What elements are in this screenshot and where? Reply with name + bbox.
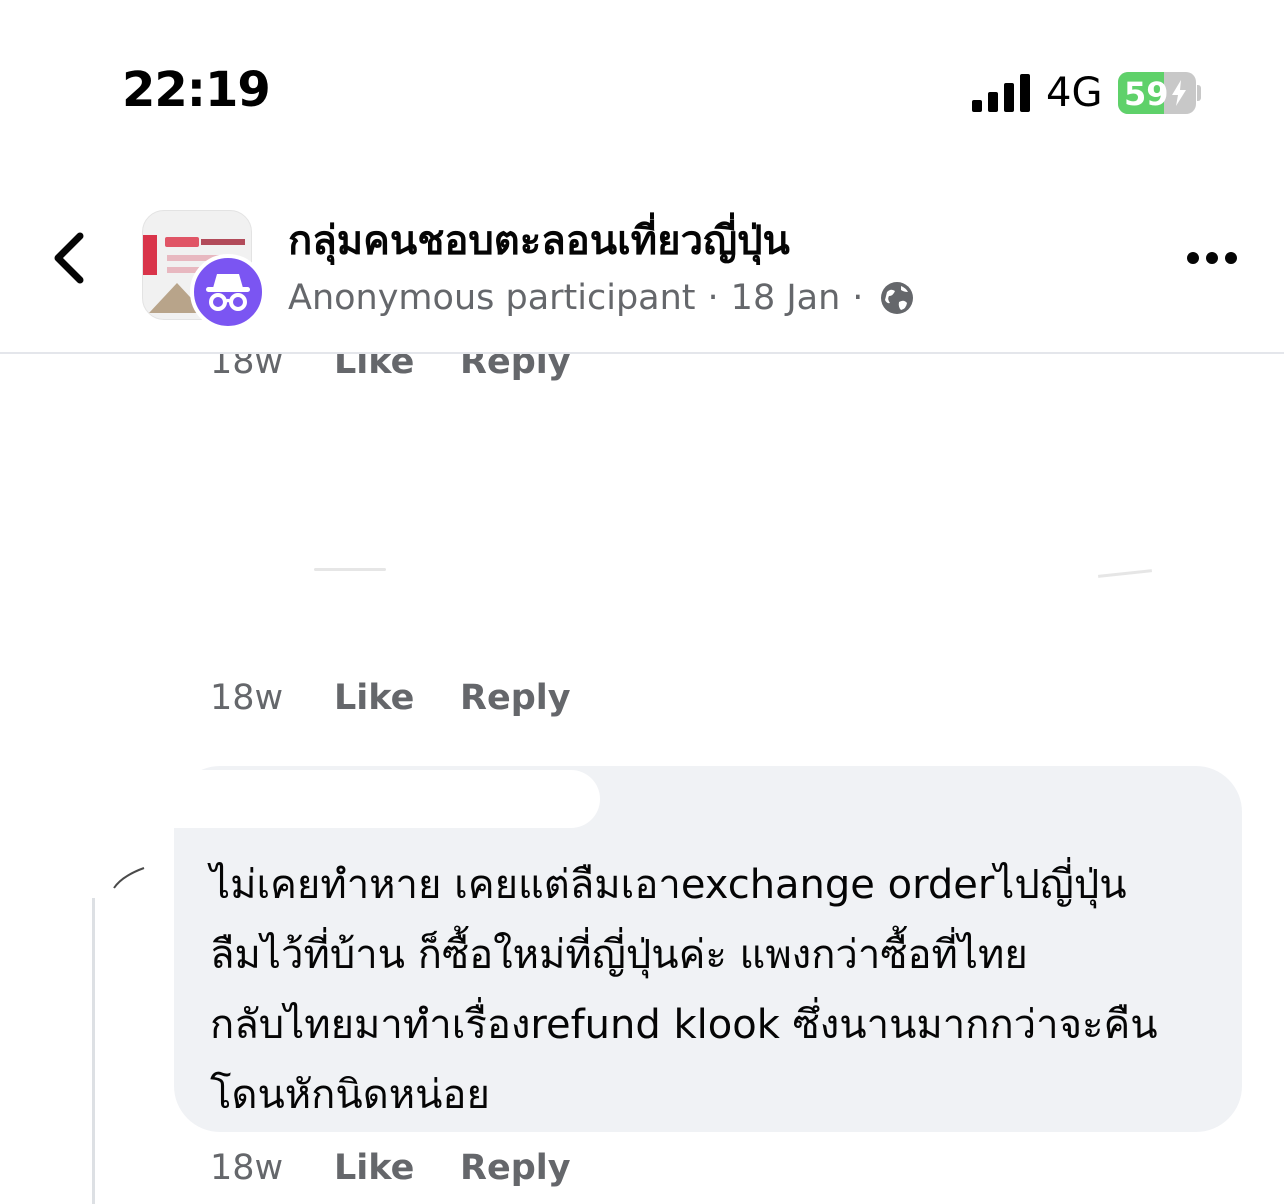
comment-time: 18w <box>210 1148 284 1188</box>
anonymous-badge <box>190 254 266 330</box>
charging-bolt-icon <box>1172 80 1186 106</box>
thread-connector <box>113 867 145 889</box>
like-button[interactable]: Like <box>334 678 460 718</box>
divider-mark <box>1097 569 1153 578</box>
comment-time: 18w <box>210 678 284 718</box>
avatar-art <box>201 239 245 245</box>
comment-text-line: ไม่เคยทำหาย เคยแต่ลืมเอาexchange orderไป… <box>210 862 1127 908</box>
post-date[interactable]: 18 Jan <box>731 278 841 318</box>
comment-actions-clipped: 18w Like Reply <box>0 354 1284 384</box>
thread-line <box>92 898 95 1204</box>
network-type: 4G <box>1046 70 1103 116</box>
author-name[interactable]: Anonymous participant <box>288 278 696 318</box>
comment-text-line: ลืมไว้ที่บ้าน ก็ซื้อใหม่ที่ญี่ปุ่นค่ะ แพ… <box>210 932 1028 978</box>
globe-icon <box>881 282 914 314</box>
battery-icon: 59 <box>1118 72 1196 114</box>
comment-text-line: โดนหักนิดหน่อย <box>210 1072 490 1118</box>
comment-time: 18w <box>210 354 284 382</box>
comment-actions: 18w Like Reply <box>210 678 571 718</box>
comment-actions: 18w Like Reply <box>210 1148 571 1188</box>
comment-text-line: กลับไทยมาทำเรื่องrefund klook ซึ่งนานมาก… <box>210 1002 1158 1048</box>
reply-button[interactable]: Reply <box>460 354 571 382</box>
avatar-art <box>165 237 199 247</box>
meta-separator: · <box>707 278 719 318</box>
comment-author-redacted <box>150 770 600 828</box>
more-horizontal-icon[interactable] <box>1186 248 1238 268</box>
group-name[interactable]: กลุ่มคนชอบตะลอนเที่ยวญี่ปุ่น <box>288 208 790 272</box>
signal-icon <box>972 74 1030 112</box>
like-button[interactable]: Like <box>334 354 460 382</box>
reply-button[interactable]: Reply <box>460 1148 571 1188</box>
battery-percent: 59 <box>1124 75 1169 113</box>
incognito-icon <box>206 274 250 311</box>
divider-mark <box>314 568 386 571</box>
post-meta: Anonymous participant · 18 Jan · <box>288 278 915 318</box>
comment-text: ไม่เคยทำหาย เคยแต่ลืมเอาexchange orderไป… <box>210 850 1220 1130</box>
meta-separator: · <box>852 278 864 318</box>
avatar-art <box>143 235 157 275</box>
like-button[interactable]: Like <box>334 1148 460 1188</box>
status-time: 22:19 <box>122 62 271 118</box>
chevron-left-icon[interactable] <box>50 230 90 286</box>
reply-button[interactable]: Reply <box>460 678 571 718</box>
battery-nub <box>1197 85 1201 101</box>
comment-actions: 18w Like Reply <box>210 354 571 382</box>
